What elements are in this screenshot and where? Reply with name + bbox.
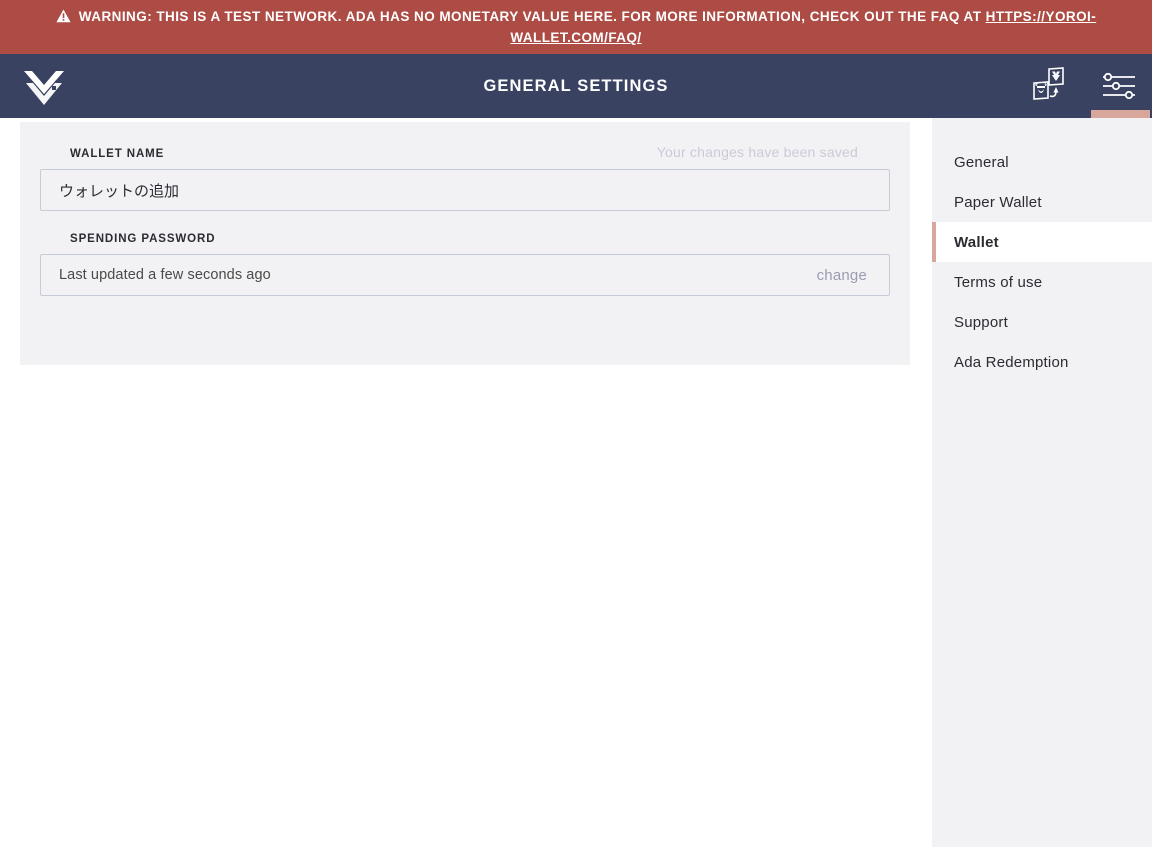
spending-password-label: Spending password [70,233,216,245]
spending-password-block: Spending password Last updated a few sec… [40,233,890,296]
settings-content: Wallet name Your changes have been saved… [0,118,932,365]
menu-item-ada-redemption[interactable]: Ada Redemption [932,342,1152,382]
settings-menu: General Paper Wallet Wallet Terms of use… [932,118,1152,847]
page-title: General Settings [483,76,669,95]
test-network-warning-banner: Warning: this is a test network. ADA has… [0,0,1152,54]
menu-item-label: Paper Wallet [954,193,1042,211]
menu-item-label: Ada Redemption [954,353,1069,371]
menu-item-general[interactable]: General [932,142,1152,182]
spending-password-row: Last updated a few seconds ago change [40,254,890,296]
wallet-switch-icon[interactable] [1020,54,1086,118]
spending-password-status: Last updated a few seconds ago [59,267,271,283]
changes-saved-message: Your changes have been saved [656,144,858,160]
wallet-name-header: Wallet name Your changes have been saved [40,144,890,160]
warning-text: Warning: this is a test network. ADA has… [78,9,986,24]
menu-item-label: Support [954,313,1008,331]
menu-item-wallet[interactable]: Wallet [932,222,1152,262]
menu-item-label: General [954,153,1009,171]
menu-item-label: Terms of use [954,273,1043,291]
settings-sliders-icon[interactable] [1086,54,1152,118]
change-password-button[interactable]: change [794,255,889,295]
menu-item-terms-of-use[interactable]: Terms of use [932,262,1152,302]
wallet-settings-card: Wallet name Your changes have been saved… [20,122,910,365]
menu-item-paper-wallet[interactable]: Paper Wallet [932,182,1152,222]
nav-actions [1020,54,1152,118]
wallet-name-input[interactable] [40,169,890,211]
wallet-name-label: Wallet name [70,148,165,160]
menu-item-label: Wallet [954,233,999,251]
top-navigation-bar: General Settings [0,54,1152,118]
menu-item-support[interactable]: Support [932,302,1152,342]
settings-layout: Wallet name Your changes have been saved… [0,118,1152,847]
warning-triangle-icon [56,8,71,23]
